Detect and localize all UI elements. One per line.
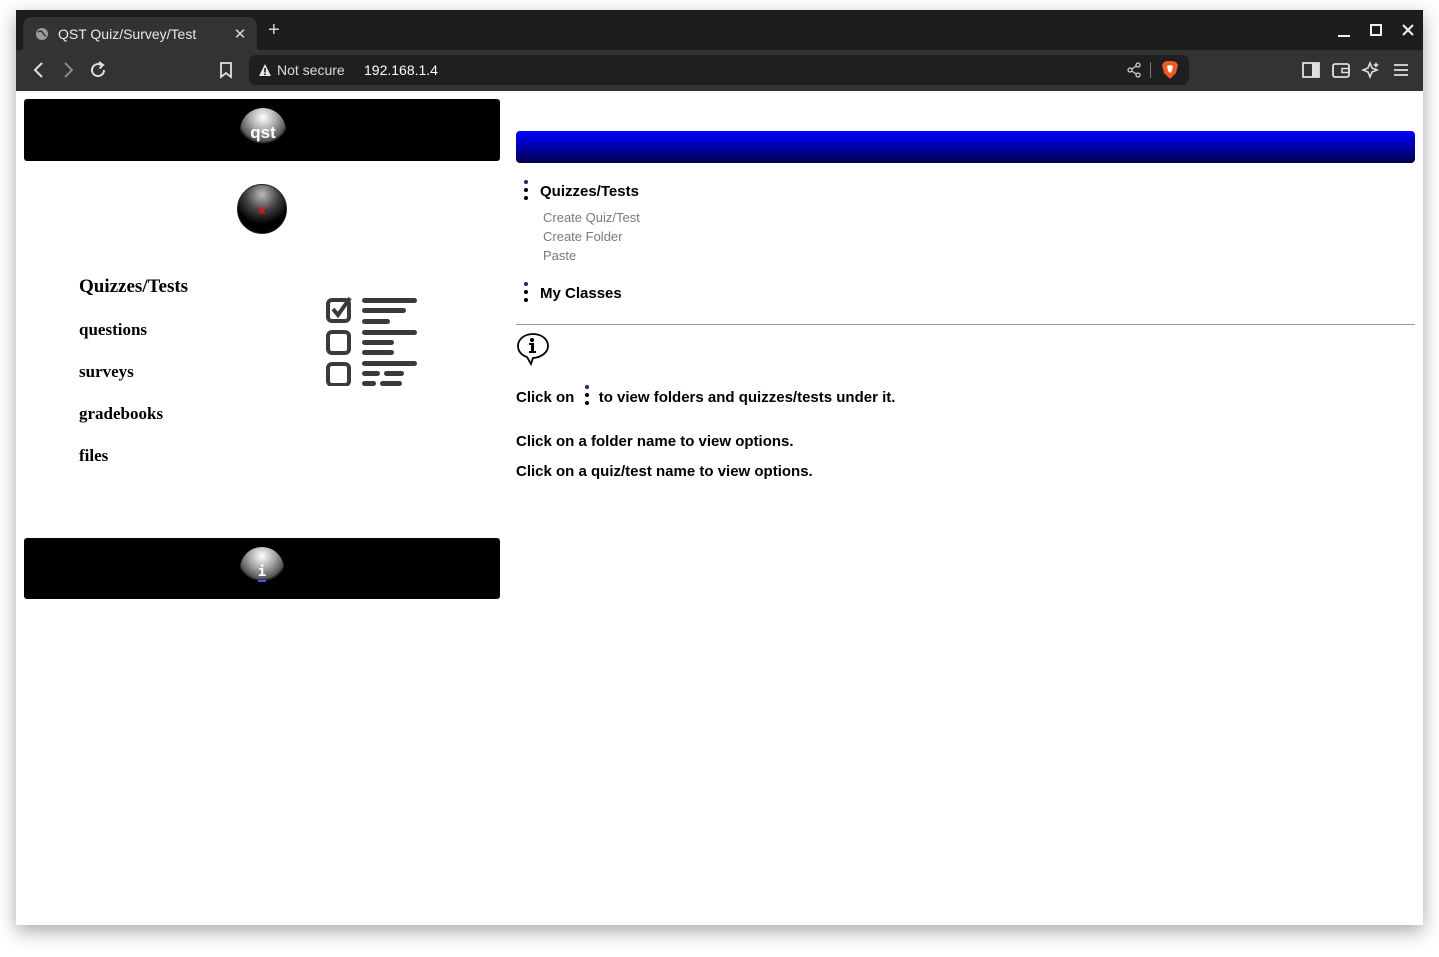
page-content: qst x Quizzes/Tests questions surveys gr… [16,91,1423,925]
bookmark-icon[interactable] [216,60,236,80]
menu-icon[interactable] [1391,60,1411,80]
maximize-icon[interactable] [1369,23,1383,37]
minimize-icon[interactable] [1337,24,1351,38]
browser-toolbar: Not secure 192.168.1.4 [16,50,1423,91]
menu-create-folder[interactable]: Create Folder [543,229,622,244]
brave-shield-icon[interactable] [1161,60,1179,80]
divider [516,324,1415,325]
wallet-icon[interactable] [1331,60,1351,80]
url-divider [1150,62,1151,78]
left-footer-bar: i [24,538,500,599]
reload-icon[interactable] [88,60,108,80]
tab-close-icon[interactable]: ✕ [229,25,251,43]
nav-item-gradebooks[interactable]: gradebooks [79,404,163,424]
nav-item-questions[interactable]: questions [79,320,147,340]
info-bubble-icon [517,333,549,366]
kebab-icon[interactable] [522,281,530,307]
checklist-icon [326,296,417,386]
qst-logo-button[interactable]: qst [240,108,286,154]
share-icon[interactable] [1126,62,1142,78]
nav-item-surveys[interactable]: surveys [79,362,134,382]
left-header-bar: qst [24,99,500,161]
browser-window: QST Quiz/Survey/Test ✕ + Not secure 192.… [16,10,1423,925]
url-text[interactable]: 192.168.1.4 [364,62,438,78]
forward-icon[interactable] [58,60,78,80]
title-bar [516,131,1415,163]
section-title-my-classes[interactable]: My Classes [540,285,622,302]
info-button[interactable]: i [240,547,284,591]
security-label[interactable]: Not secure [277,62,345,78]
window-close-icon[interactable] [1401,23,1415,37]
section-title-quizzes-tests[interactable]: Quizzes/Tests [540,183,639,200]
leo-ai-icon[interactable] [1361,60,1381,80]
back-icon[interactable] [29,60,49,80]
menu-create-quiz-test[interactable]: Create Quiz/Test [543,210,640,225]
help-line-1-start: Click on [516,388,575,406]
kebab-icon [583,384,591,410]
help-line-2: Click on a folder name to view options. [516,433,794,450]
nav-item-quizzes-tests[interactable]: Quizzes/Tests [79,276,188,298]
address-bar[interactable]: Not secure 192.168.1.4 [249,55,1189,85]
new-tab-button[interactable]: + [268,19,280,42]
nav-item-files[interactable]: files [79,446,108,466]
sidebar-icon[interactable] [1301,60,1321,80]
menu-paste[interactable]: Paste [543,248,576,263]
browser-tab[interactable]: QST Quiz/Survey/Test ✕ [23,17,257,50]
close-panel-button[interactable]: x [237,184,287,234]
tab-strip: QST Quiz/Survey/Test ✕ + [16,10,1423,50]
tab-title: QST Quiz/Survey/Test [58,25,197,42]
globe-icon [36,27,48,40]
warning-icon[interactable] [258,63,272,77]
info-button-label: i [257,564,267,582]
help-line-1: Click on to view folders and quizzes/tes… [516,385,895,411]
help-line-1-end: to view folders and quizzes/tests under … [598,388,896,406]
help-line-3: Click on a quiz/test name to view option… [516,463,813,480]
kebab-icon[interactable] [522,179,530,205]
